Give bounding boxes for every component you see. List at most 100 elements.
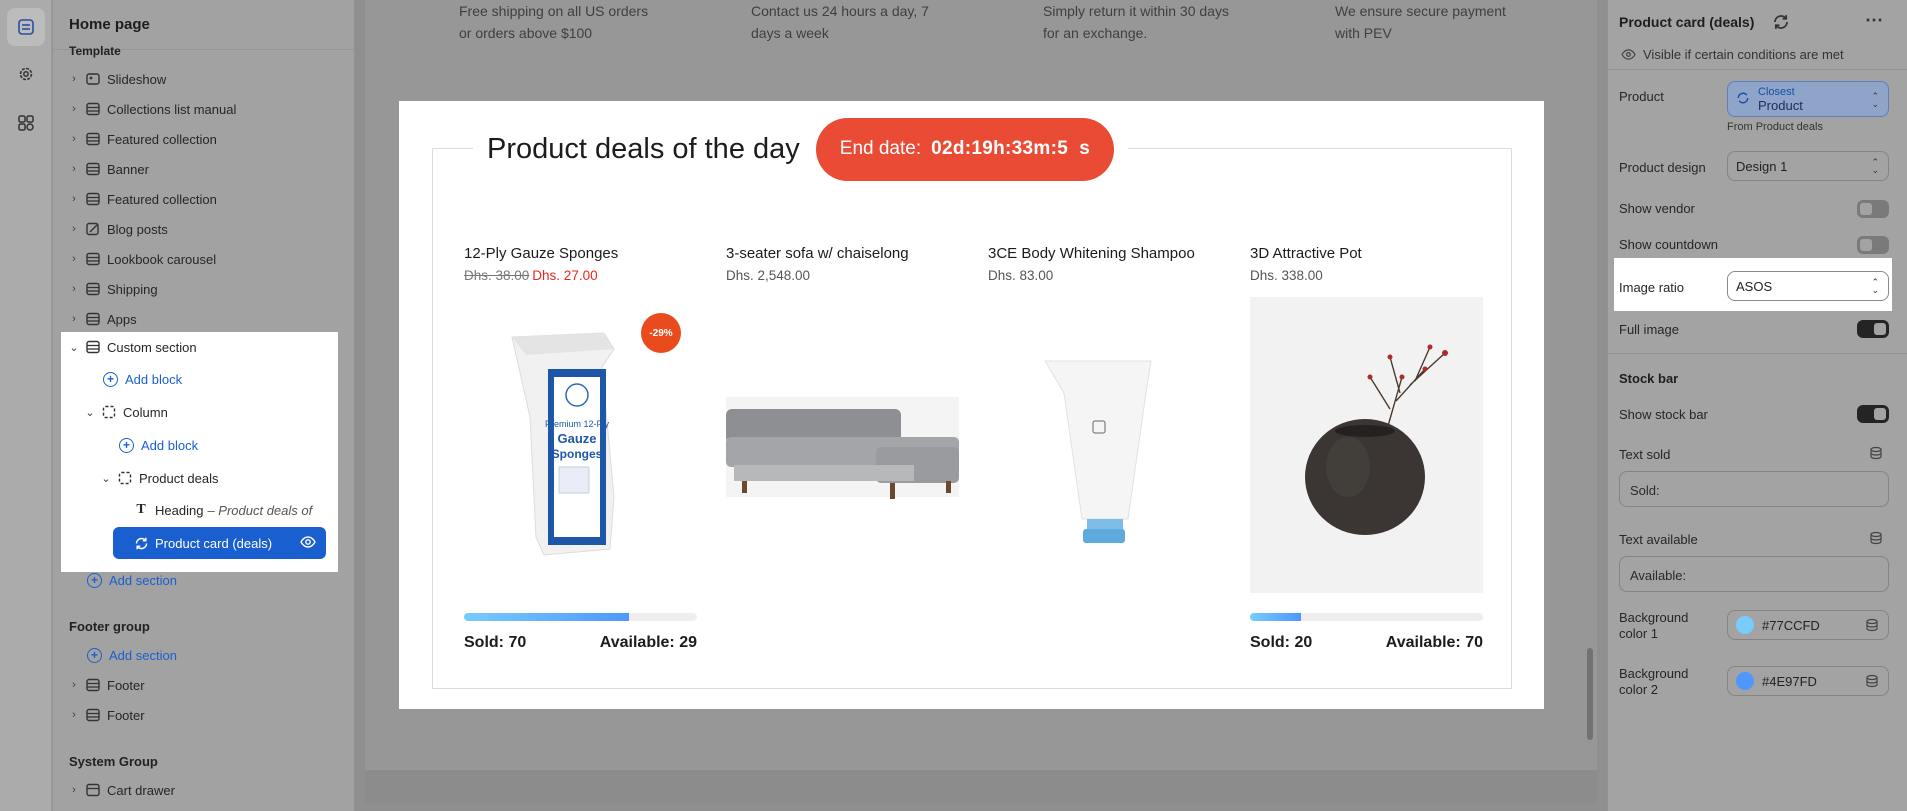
template-label: Template — [69, 44, 121, 58]
bg-color-1-picker[interactable]: #77CCFD — [1727, 610, 1889, 640]
sold-count: Sold: 20 — [1250, 634, 1313, 651]
color-swatch[interactable] — [1736, 616, 1754, 634]
chevron-right-icon: › — [72, 784, 76, 796]
label-line: color 2 — [1619, 682, 1659, 697]
sidebar-item-label: Footer — [107, 707, 145, 723]
product-card[interactable]: 3-seater sofa w/ chaiselong Dhs. 2,548.0… — [726, 245, 959, 499]
sidebar-item-apps[interactable]: › Apps — [67, 304, 137, 334]
section-icon — [85, 311, 101, 327]
color-swatch[interactable] — [1736, 672, 1754, 690]
sidebar-item-label: Custom section — [107, 339, 197, 355]
sidebar-item-featured-collection-2[interactable]: › Featured collection — [67, 184, 217, 214]
blog-icon — [85, 221, 101, 237]
add-block-button-2[interactable]: + Add block — [119, 430, 198, 460]
sidebar-item-footer[interactable]: › Footer — [67, 670, 144, 700]
select-arrows-icon: ⌃ ⌄ — [1871, 157, 1879, 175]
bg-color-2-picker[interactable]: #4E97FD — [1727, 666, 1889, 696]
sidebar-item-heading[interactable]: T Heading – Product deals of — [129, 495, 312, 525]
canvas-scrollbar[interactable] — [1587, 648, 1593, 740]
text-available-label: Text available — [1619, 532, 1698, 547]
gear-icon[interactable] — [7, 55, 45, 93]
color-value: #77CCFD — [1762, 617, 1820, 633]
sidebar-item-blog-posts[interactable]: › Blog posts — [67, 214, 168, 244]
add-block-button[interactable]: + Add block — [103, 364, 182, 394]
info-line: Simply return it within 30 days — [1043, 3, 1229, 19]
chevron-right-icon: › — [72, 193, 76, 205]
sidebar-item-cart-drawer[interactable]: › Cart drawer — [67, 775, 175, 805]
show-vendor-toggle[interactable] — [1857, 200, 1889, 218]
sidebar-item-custom-section[interactable]: ⌄ Custom section — [67, 332, 197, 362]
sidebar-item-column[interactable]: ⌄ Column — [83, 397, 168, 427]
product-name[interactable]: 3-seater sofa w/ chaiselong — [726, 245, 959, 262]
label-line: Background — [1619, 666, 1689, 681]
system-group-label: System Group — [69, 754, 158, 769]
text-sold-input[interactable]: Sold: — [1619, 471, 1889, 507]
chevron-right-icon: › — [72, 163, 76, 175]
sidebar-item-product-card-deals[interactable]: Product card (deals) — [113, 527, 326, 559]
product-image-shampoo[interactable] — [988, 297, 1221, 593]
eye-icon[interactable] — [300, 535, 316, 552]
add-section-button-footer[interactable]: + Add section — [87, 640, 177, 670]
sidebar-item-label: Apps — [107, 311, 137, 327]
product-card[interactable]: 3D Attractive Pot Dhs. 338.00 Sold: 20 Av… — [1250, 245, 1483, 651]
dynamic-source-icon[interactable] — [1865, 618, 1879, 635]
add-section-button[interactable]: + Add section — [87, 565, 177, 595]
show-vendor-label: Show vendor — [1619, 201, 1695, 216]
full-image-toggle[interactable] — [1857, 320, 1889, 338]
sidebar-item-label: Product card (deals) — [155, 535, 273, 551]
sold-count: Sold: 70 — [464, 634, 527, 651]
svg-text:Premium 12-Ply: Premium 12-Ply — [545, 419, 610, 429]
show-countdown-toggle[interactable] — [1857, 236, 1889, 254]
dynamic-source-icon[interactable] — [1869, 446, 1883, 463]
product-card[interactable]: 3CE Body Whitening Shampoo Dhs. 83.00 — [988, 245, 1221, 543]
info-line: We ensure secure payment — [1335, 3, 1506, 19]
image-ratio-label: Image ratio — [1619, 280, 1685, 295]
product-name[interactable]: 3D Attractive Pot — [1250, 245, 1483, 262]
product-image-sofa[interactable] — [726, 297, 959, 593]
apps-icon[interactable] — [7, 104, 45, 142]
text-available-input[interactable]: Available: — [1619, 556, 1889, 592]
stock-progress-bar — [464, 613, 697, 621]
sidebar-item-banner[interactable]: › Banner — [67, 154, 149, 184]
select-arrows-icon: ⌃ ⌄ — [1871, 277, 1879, 295]
sidebar-item-lookbook[interactable]: › Lookbook carousel — [67, 244, 216, 274]
sidebar-item-label: Heading — [155, 502, 204, 518]
sidebar-item-label: Cart drawer — [107, 782, 175, 798]
product-image-gauze-sponges[interactable]: Premium 12-Ply Gauze Sponges -29% — [464, 297, 697, 593]
product-name[interactable]: 3CE Body Whitening Shampoo — [988, 245, 1221, 262]
sidebar-item-footer-2[interactable]: › Footer — [67, 700, 145, 730]
sidebar-item-collections-list[interactable]: › Collections list manual — [67, 94, 236, 124]
dynamic-source-icon[interactable] — [1869, 531, 1883, 548]
available-count: Available: 70 — [1385, 634, 1483, 651]
block-icon — [101, 404, 117, 420]
plus-circle-icon: + — [119, 437, 134, 453]
show-stock-bar-toggle[interactable] — [1857, 405, 1889, 423]
info-return: Simply return it within 30 days for an ex… — [1043, 0, 1229, 44]
bg-color-1-label: Background color 1 — [1619, 610, 1688, 642]
info-line: Free shipping on all US orders — [459, 3, 649, 19]
divider — [1608, 353, 1907, 354]
refresh-icon[interactable] — [1772, 13, 1790, 34]
end-date-label: End date: — [839, 138, 922, 159]
sections-icon[interactable] — [7, 8, 45, 46]
sidebar-item-shipping[interactable]: › Shipping — [67, 274, 157, 304]
dynamic-source-icon[interactable] — [1865, 674, 1879, 691]
product-image-pot[interactable] — [1250, 297, 1483, 593]
product-source-select[interactable]: Closest Product ⌃ ⌄ — [1727, 81, 1889, 117]
image-ratio-select[interactable]: ASOS ⌃ ⌄ — [1727, 271, 1889, 301]
sidebar-item-label: Featured collection — [107, 131, 217, 147]
visibility-condition[interactable]: Visible if certain conditions are met — [1643, 47, 1844, 62]
product-card[interactable]: 12-Ply Gauze Sponges Dhs. 38.00 Dhs. 27.0… — [464, 245, 697, 651]
sidebar-item-slideshow[interactable]: › Slideshow — [67, 64, 166, 94]
sidebar-item-label: Column — [123, 404, 168, 420]
product-design-select[interactable]: Design 1 ⌃ ⌄ — [1727, 151, 1889, 181]
color-value: #4E97FD — [1762, 673, 1817, 689]
more-options-icon[interactable]: ⋯ — [1865, 10, 1883, 31]
plus-circle-icon: + — [103, 371, 118, 387]
sidebar-item-featured-collection[interactable]: › Featured collection — [67, 124, 217, 154]
deals-frame: Product deals of the day End date: 02d:1… — [432, 117, 1512, 689]
app-icon-rail — [0, 0, 52, 811]
product-name[interactable]: 12-Ply Gauze Sponges — [464, 245, 697, 262]
deals-header: Product deals of the day End date: 02d:1… — [473, 117, 1129, 181]
sidebar-item-product-deals[interactable]: ⌄ Product deals — [99, 463, 218, 493]
